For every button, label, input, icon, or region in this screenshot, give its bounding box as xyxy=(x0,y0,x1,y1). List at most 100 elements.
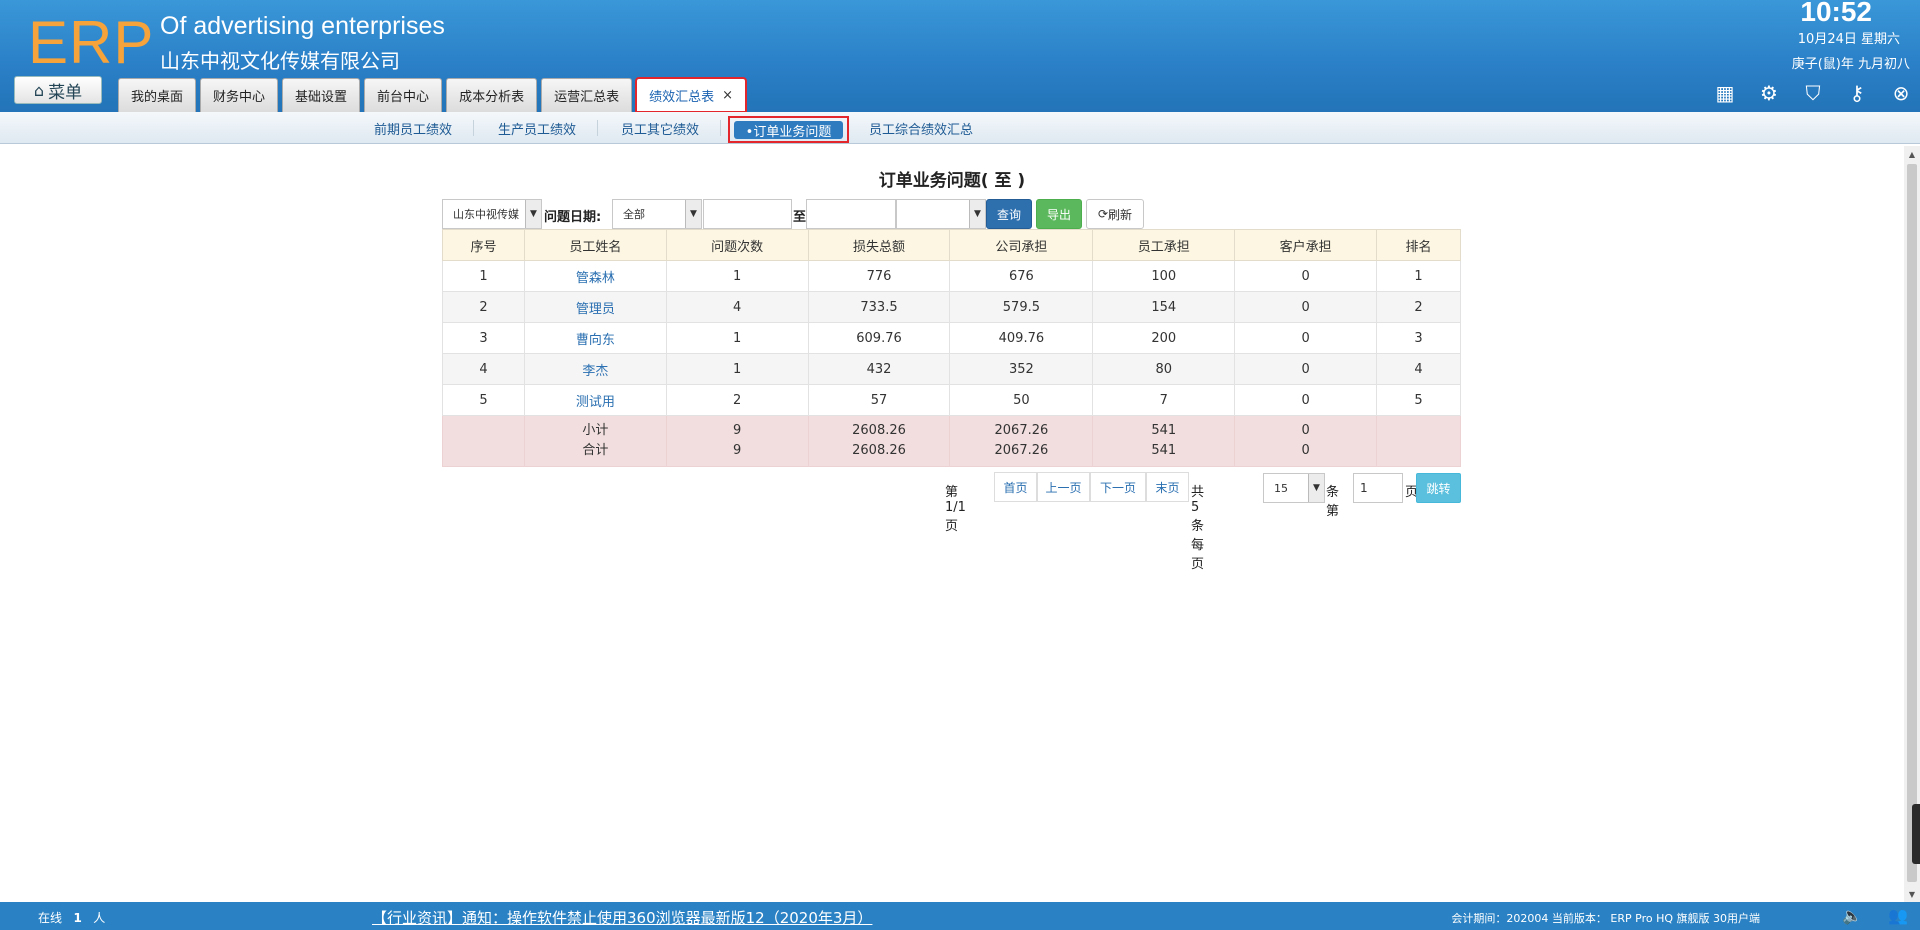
table-row: 3 曹向东 1 609.76 409.76 200 0 3 xyxy=(442,322,1461,354)
column-header[interactable]: 问题次数 xyxy=(665,229,809,261)
cell-rank: 4 xyxy=(1376,353,1461,385)
prev-page-button[interactable]: 上一页 xyxy=(1037,472,1090,502)
vertical-scrollbar[interactable]: ▲ ▼ xyxy=(1904,146,1920,902)
version-info: 会计期间：202004 当前版本： ERP Pro HQ 旗舰版 30用户端 xyxy=(1451,912,1760,925)
tab-label: 基础设置 xyxy=(295,90,348,105)
last-page-button[interactable]: 末页 xyxy=(1146,472,1189,502)
subnav-item-order-issues[interactable]: •订单业务问题 xyxy=(728,116,849,143)
column-header[interactable]: 损失总额 xyxy=(807,229,951,261)
total-customer: 0 xyxy=(1301,443,1310,458)
key-icon[interactable]: ⚷ xyxy=(1846,81,1868,105)
first-page-button[interactable]: 首页 xyxy=(994,472,1037,502)
cell-index: 4 xyxy=(442,353,525,385)
next-page-button[interactable]: 下一页 xyxy=(1090,472,1146,502)
speaker-icon[interactable]: 🔈 xyxy=(1842,906,1862,925)
column-header[interactable]: 排名 xyxy=(1376,229,1461,261)
cell-employee-link[interactable]: 测试用 xyxy=(523,384,667,416)
app-header: ERP Of advertising enterprises 山东中视文化传媒有… xyxy=(0,0,1920,113)
tab-performance-summary[interactable]: 绩效汇总表 × xyxy=(635,77,748,113)
scroll-down-icon[interactable]: ▼ xyxy=(1904,886,1920,902)
column-header[interactable]: 客户承担 xyxy=(1234,229,1378,261)
cell-employee-link[interactable]: 曹向东 xyxy=(523,322,667,354)
query-button[interactable]: 查询 xyxy=(986,199,1032,229)
extra-select[interactable]: ▼ xyxy=(896,199,986,229)
per-page-unit: 条第 xyxy=(1326,485,1340,519)
go-to-page-button[interactable]: 跳转 xyxy=(1416,473,1461,503)
cell-index: 2 xyxy=(442,291,525,323)
cell-company: 352 xyxy=(949,353,1094,385)
column-header[interactable]: 序号 xyxy=(442,229,525,261)
cell-employee-share: 100 xyxy=(1092,260,1236,292)
subnav-item-production-staff[interactable]: 生产员工绩效 xyxy=(498,119,576,138)
summary-company-cell: 2067.26 2067.26 xyxy=(949,415,1094,467)
subnav-item-early-staff[interactable]: 前期员工绩效 xyxy=(374,119,452,138)
subnav-item-other-staff[interactable]: 员工其它绩效 xyxy=(621,119,699,138)
cell-loss: 609.76 xyxy=(807,322,951,354)
erp-logo: ERP xyxy=(28,9,155,76)
tab-finance-center[interactable]: 财务中心 xyxy=(200,78,279,112)
cell-customer-share: 0 xyxy=(1234,322,1378,354)
close-icon[interactable]: × xyxy=(722,88,733,103)
scroll-up-icon[interactable]: ▲ xyxy=(1904,146,1920,162)
cell-rank: 1 xyxy=(1376,260,1461,292)
record-count-info: 共5条每页 xyxy=(1191,485,1205,572)
per-page-select[interactable]: 15 ▼ xyxy=(1263,473,1325,503)
main-menu-button[interactable]: ⌂ 菜单 xyxy=(14,76,102,104)
export-button[interactable]: 导出 xyxy=(1036,199,1082,229)
subnav-active-label: •订单业务问题 xyxy=(734,121,843,140)
refresh-button[interactable]: ⟳ 刷新 xyxy=(1086,199,1144,229)
shirt-icon[interactable]: ⛉ xyxy=(1802,81,1824,105)
scrollbar-thumb[interactable] xyxy=(1907,164,1917,882)
online-label: 在线 xyxy=(38,911,63,925)
summary-label-cell: 小计 合计 xyxy=(523,415,667,467)
users-icon[interactable]: 👥 xyxy=(1888,906,1908,925)
cell-count: 4 xyxy=(665,291,809,323)
cell-employee-link[interactable]: 李杰 xyxy=(523,353,667,385)
subnav-item-overall-summary[interactable]: 员工综合绩效汇总 xyxy=(869,119,973,138)
summary-employee-cell: 541 541 xyxy=(1092,415,1236,467)
grid-add-icon[interactable]: ▦ xyxy=(1714,81,1736,105)
cell-employee-share: 80 xyxy=(1092,353,1236,385)
per-page-value: 15 xyxy=(1274,481,1288,495)
start-date-input[interactable] xyxy=(703,199,792,229)
cell-company: 50 xyxy=(949,384,1094,416)
tab-my-desktop[interactable]: 我的桌面 xyxy=(118,78,197,112)
gear-icon[interactable]: ⚙ xyxy=(1758,81,1780,105)
sub-navigation: 前期员工绩效 生产员工绩效 员工其它绩效 •订单业务问题 员工综合绩效汇总 xyxy=(0,112,1920,144)
summary-empty-cell xyxy=(442,415,525,467)
chevron-down-icon: ▼ xyxy=(1308,474,1324,502)
column-header[interactable]: 员工姓名 xyxy=(523,229,667,261)
side-float-widget[interactable] xyxy=(1912,804,1920,864)
online-count: 1 xyxy=(73,911,82,925)
status-footer: 在线 1 人 【行业资讯】通知：操作软件禁止使用360浏览器最新版12（2020… xyxy=(0,902,1920,930)
page-info: 第1/1页 xyxy=(945,485,966,534)
page-number-input[interactable]: 1 xyxy=(1353,473,1403,503)
tab-basic-settings[interactable]: 基础设置 xyxy=(282,78,361,112)
tab-label: 我的桌面 xyxy=(131,90,184,105)
collapse-up-icon[interactable]: ⊗ xyxy=(1890,81,1912,105)
tab-front-desk[interactable]: 前台中心 xyxy=(364,78,443,112)
table-row: 5 测试用 2 57 50 7 0 5 xyxy=(442,384,1461,416)
cell-loss: 57 xyxy=(807,384,951,416)
column-header[interactable]: 公司承担 xyxy=(949,229,1094,261)
end-date-input[interactable] xyxy=(806,199,896,229)
header-toolbar: ▦ ⚙ ⛉ ⚷ ⊗ xyxy=(1714,81,1912,105)
tab-operations-summary[interactable]: 运营汇总表 xyxy=(541,78,633,112)
summary-row: 小计 合计 99 2608.26 2608.26 2067.26 2067.26 54… xyxy=(442,415,1461,467)
cell-employee-share: 154 xyxy=(1092,291,1236,323)
table-header-row: 序号 员工姓名 问题次数 损失总额 公司承担 员工承担 客户承担 排名 xyxy=(442,229,1461,261)
tab-cost-analysis[interactable]: 成本分析表 xyxy=(446,78,538,112)
company-select-value: 山东中视传媒 xyxy=(453,208,519,221)
total-company: 2067.26 xyxy=(994,443,1049,458)
date-filter-label: 问题日期: xyxy=(544,210,602,225)
column-header[interactable]: 员工承担 xyxy=(1092,229,1236,261)
subtotal-customer: 0 xyxy=(1301,423,1310,438)
subnav-divider xyxy=(720,120,721,136)
date-range-select[interactable]: 全部 ▼ xyxy=(612,199,702,229)
cell-employee-link[interactable]: 管森林 xyxy=(523,260,667,292)
company-select[interactable]: 山东中视传媒 ▼ xyxy=(442,199,542,229)
cell-employee-link[interactable]: 管理员 xyxy=(523,291,667,323)
news-ticker-link[interactable]: 【行业资讯】通知：操作软件禁止使用360浏览器最新版12（2020年3月） xyxy=(372,907,872,928)
clock-time: 10:52 xyxy=(1800,0,1872,27)
table-row: 1 管森林 1 776 676 100 0 1 xyxy=(442,260,1461,292)
